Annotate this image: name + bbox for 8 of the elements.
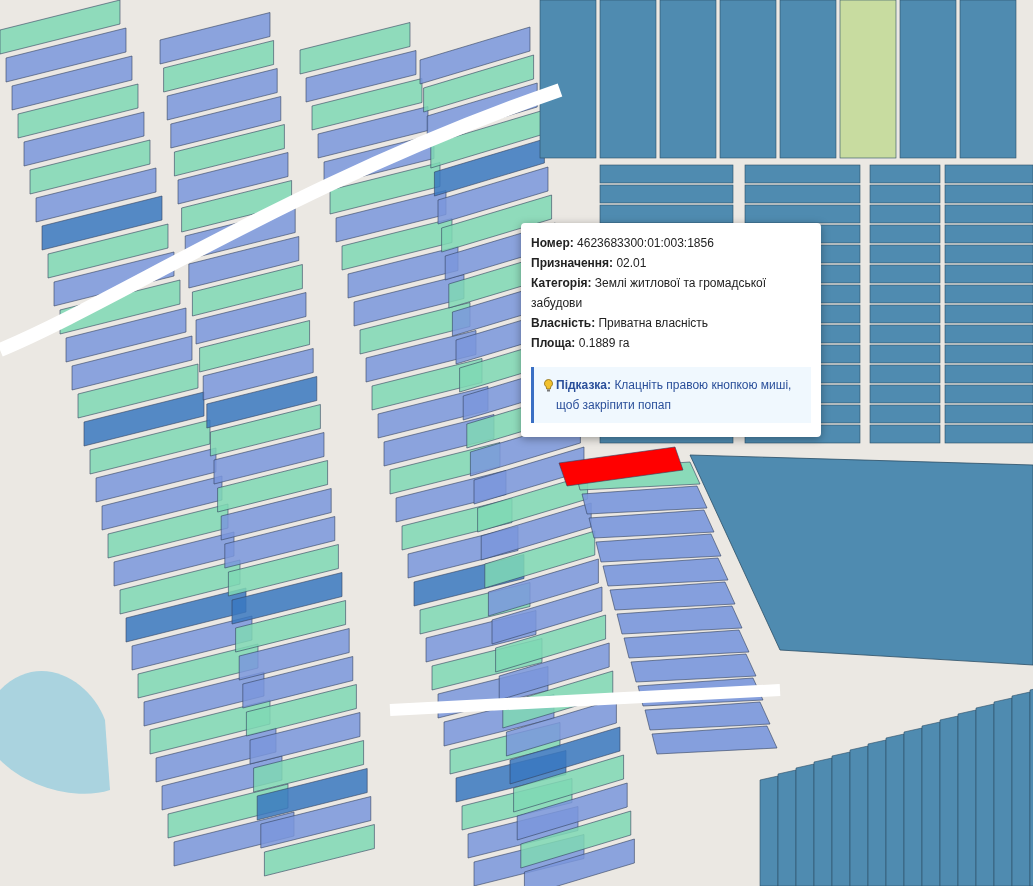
selected-parcel[interactable]	[558, 446, 684, 487]
lightbulb-icon	[544, 379, 553, 392]
parcel-info-text: Категорія: Землі житлової та громадської забудови	[531, 275, 768, 312]
parcel-info-text: Площа: 0.1889 га	[531, 335, 631, 352]
parcel-info-text: Номер: 4623683300:01:003:1856	[531, 235, 715, 252]
hint-text: Підказка: Клацніть правою кнопкою миші, щоб закріпити попап	[556, 377, 793, 414]
parcel-info-text: Призначення: 02.01	[531, 255, 648, 272]
parcel-info-text: Власність: Приватна власність	[531, 315, 710, 332]
